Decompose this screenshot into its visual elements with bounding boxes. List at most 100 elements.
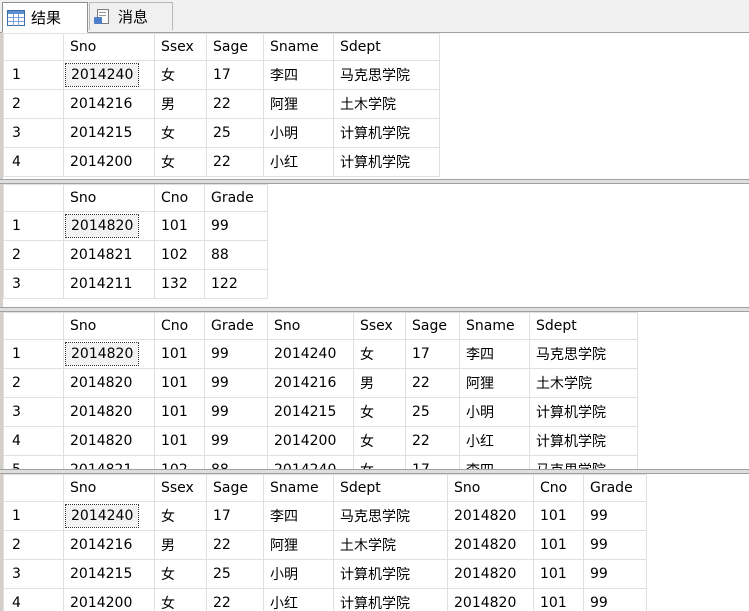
grid-cell[interactable]: 2014240 xyxy=(267,455,354,469)
column-header[interactable]: Sno xyxy=(63,184,155,212)
grid-cell[interactable]: 99 xyxy=(204,397,268,427)
table-row[interactable]: 3 2014820 101 99 2014215 女 25 小明 计算机学院 xyxy=(3,397,638,427)
grid-cell[interactable]: 99 xyxy=(583,588,647,611)
row-number-cell[interactable]: 4 xyxy=(3,588,64,611)
grid-cell[interactable]: 17 xyxy=(206,501,264,531)
grid-cell[interactable]: 2014215 xyxy=(267,397,354,427)
grid-cell[interactable]: 2014200 xyxy=(63,147,155,177)
grid-cell[interactable]: 22 xyxy=(206,89,264,119)
row-number-cell[interactable]: 2 xyxy=(3,368,64,398)
grid-cell[interactable]: 女 xyxy=(353,339,406,369)
row-number-header[interactable] xyxy=(3,184,64,212)
grid-cell[interactable]: 2014216 xyxy=(63,530,155,560)
grid-cell[interactable]: 小红 xyxy=(263,588,334,611)
row-number-cell[interactable]: 2 xyxy=(3,530,64,560)
grid-cell[interactable]: 李四 xyxy=(263,60,334,90)
grid-cell[interactable]: 99 xyxy=(204,339,268,369)
result-grid-4[interactable]: Sno Ssex Sage Sname Sdept Sno Cno Grade 1 2014240… xyxy=(0,474,749,611)
grid-cell[interactable]: 小明 xyxy=(263,118,334,148)
grid-cell[interactable]: 17 xyxy=(206,60,264,90)
grid-cell[interactable]: 22 xyxy=(405,426,460,456)
grid-cell[interactable]: 88 xyxy=(204,240,268,270)
grid-cell[interactable]: 李四 xyxy=(459,455,530,469)
row-number-cell[interactable]: 1 xyxy=(3,339,64,369)
column-header[interactable]: Sname xyxy=(263,33,334,61)
column-header[interactable]: Grade xyxy=(204,184,268,212)
grid-cell[interactable]: 22 xyxy=(405,368,460,398)
grid-cell[interactable]: 马克思学院 xyxy=(333,501,448,531)
grid-cell[interactable]: 99 xyxy=(204,426,268,456)
row-number-cell[interactable]: 4 xyxy=(3,426,64,456)
column-header[interactable]: Sname xyxy=(263,474,334,502)
row-number-header[interactable] xyxy=(3,33,64,61)
grid-cell[interactable]: 2014215 xyxy=(63,559,155,589)
grid-cell[interactable]: 2014240 xyxy=(267,339,354,369)
grid-cell[interactable]: 2014820 xyxy=(63,368,155,398)
tab-results[interactable]: 结果 xyxy=(2,2,88,33)
grid-cell[interactable]: 101 xyxy=(533,588,584,611)
grid-cell[interactable]: 2014820 xyxy=(63,397,155,427)
grid-cell[interactable]: 17 xyxy=(405,339,460,369)
table-row[interactable]: 52014821102882014240女17李四马克思学院 xyxy=(3,455,638,469)
grid-cell[interactable]: 女 xyxy=(154,147,207,177)
table-row[interactable]: 4 2014200 女 22 小红 计算机学院 xyxy=(3,147,440,177)
row-number-cell[interactable]: 3 xyxy=(3,559,64,589)
grid-cell[interactable]: 土木学院 xyxy=(333,530,448,560)
grid-cell[interactable]: 马克思学院 xyxy=(529,339,638,369)
result-grid-2[interactable]: Sno Cno Grade 1 2014820 101 99 2 2014821 102 88 3 20… xyxy=(0,184,749,307)
grid-cell[interactable]: 2014215 xyxy=(63,118,155,148)
grid-cell[interactable]: 马克思学院 xyxy=(529,455,638,469)
table-row[interactable]: 3 2014215 女 25 小明 计算机学院 2014820 101 99 xyxy=(3,559,647,589)
selected-cell[interactable]: 2014240 xyxy=(63,501,155,531)
grid-cell[interactable]: 2014820 xyxy=(63,426,155,456)
column-header[interactable]: Sdept xyxy=(333,474,448,502)
column-header[interactable]: Sno xyxy=(63,312,155,340)
grid-cell[interactable]: 计算机学院 xyxy=(529,397,638,427)
table-row[interactable]: 3 2014215 女 25 小明 计算机学院 xyxy=(3,118,440,148)
grid-cell[interactable]: 101 xyxy=(154,211,205,241)
grid-cell[interactable]: 马克思学院 xyxy=(333,60,440,90)
row-number-header[interactable] xyxy=(3,312,64,340)
grid-cell[interactable]: 22 xyxy=(206,588,264,611)
grid-cell[interactable]: 2014821 xyxy=(63,455,155,469)
row-number-cell[interactable]: 3 xyxy=(3,269,64,299)
grid-cell[interactable]: 101 xyxy=(154,368,205,398)
grid-cell[interactable]: 2014820 xyxy=(447,559,534,589)
grid-cell[interactable]: 李四 xyxy=(263,501,334,531)
grid-cell[interactable]: 88 xyxy=(204,455,268,469)
row-number-cell[interactable]: 4 xyxy=(3,147,64,177)
grid-cell[interactable]: 2014200 xyxy=(63,588,155,611)
grid-cell[interactable]: 小红 xyxy=(459,426,530,456)
grid-cell[interactable]: 李四 xyxy=(459,339,530,369)
grid-cell[interactable]: 女 xyxy=(353,397,406,427)
table-row[interactable]: 1 2014240 女 17 李四 马克思学院 xyxy=(3,60,440,90)
grid-cell[interactable]: 99 xyxy=(583,501,647,531)
column-header[interactable]: Sno xyxy=(63,474,155,502)
selected-cell[interactable]: 2014240 xyxy=(63,60,155,90)
grid-cell[interactable]: 女 xyxy=(154,118,207,148)
grid-cell[interactable]: 女 xyxy=(353,455,406,469)
column-header[interactable]: Ssex xyxy=(154,33,207,61)
grid-cell[interactable]: 122 xyxy=(204,269,268,299)
grid-cell[interactable]: 计算机学院 xyxy=(333,118,440,148)
grid-cell[interactable]: 22 xyxy=(206,530,264,560)
grid-cell[interactable]: 102 xyxy=(154,240,205,270)
grid-cell[interactable]: 99 xyxy=(583,559,647,589)
grid-cell[interactable]: 阿狸 xyxy=(263,89,334,119)
grid-cell[interactable]: 计算机学院 xyxy=(333,559,448,589)
grid-cell[interactable]: 101 xyxy=(154,426,205,456)
table-row[interactable]: 4 2014200 女 22 小红 计算机学院 2014820 101 99 xyxy=(3,588,647,611)
grid-cell[interactable]: 2014211 xyxy=(63,269,155,299)
row-number-cell[interactable]: 3 xyxy=(3,118,64,148)
grid-cell[interactable]: 2014820 xyxy=(447,501,534,531)
grid-cell[interactable]: 22 xyxy=(206,147,264,177)
grid-cell[interactable]: 男 xyxy=(154,89,207,119)
grid-cell[interactable]: 2014820 xyxy=(447,530,534,560)
selected-cell[interactable]: 2014820 xyxy=(63,339,155,369)
column-header[interactable]: Cno xyxy=(154,312,205,340)
grid-cell[interactable]: 女 xyxy=(353,426,406,456)
grid-cell[interactable]: 男 xyxy=(154,530,207,560)
grid-cell[interactable]: 25 xyxy=(206,118,264,148)
grid-cell[interactable]: 17 xyxy=(405,455,460,469)
column-header[interactable]: Cno xyxy=(154,184,205,212)
